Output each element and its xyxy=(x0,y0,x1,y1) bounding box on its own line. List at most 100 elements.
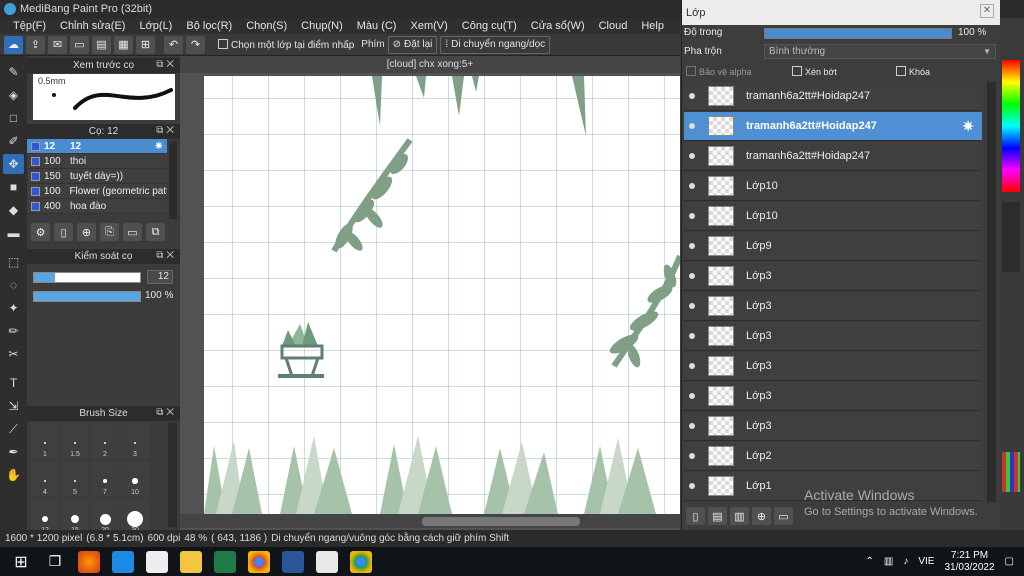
visibility-eye-icon[interactable] xyxy=(689,93,695,99)
select-layer-option[interactable]: Chọn một lớp tại điểm nhấp xyxy=(218,38,354,51)
scrollbar-thumb[interactable] xyxy=(422,517,580,526)
brush-list-scrollbar[interactable] xyxy=(169,141,177,219)
layer-list-scrollbar[interactable] xyxy=(987,82,996,502)
drawing-canvas[interactable] xyxy=(204,76,680,514)
clipping-option[interactable]: Xén bớt xyxy=(792,66,837,77)
text-tool-icon[interactable]: T xyxy=(3,373,24,393)
hue-bar[interactable] xyxy=(1002,60,1020,192)
chrome-icon[interactable] xyxy=(248,550,270,573)
brush-tool-icon[interactable]: ✎ xyxy=(3,62,24,82)
visibility-eye-icon[interactable] xyxy=(689,453,695,459)
word-icon[interactable] xyxy=(282,550,304,573)
pen-tool-icon[interactable]: ✐ xyxy=(3,131,24,151)
gradient-tool-icon[interactable]: ▬ xyxy=(3,223,24,243)
layer-row[interactable]: Lớp3 xyxy=(684,382,982,411)
layer-row[interactable]: Lớp3 xyxy=(684,322,982,351)
brush-item[interactable]: 100 Flower (geometric patt xyxy=(27,184,167,199)
brush-size-cell[interactable]: 10 xyxy=(121,461,149,497)
menu-filter[interactable]: Bộ lọc(R) xyxy=(179,20,239,32)
visibility-eye-icon[interactable] xyxy=(689,363,695,369)
brush-folder-icon[interactable]: ▭ xyxy=(123,223,142,241)
brush-settings-gear-icon[interactable]: ✷ xyxy=(155,141,163,152)
task-view-icon[interactable]: ❐ xyxy=(44,551,66,573)
layer-row[interactable]: Lớp3 xyxy=(684,262,982,291)
new-layer-1bit-icon[interactable]: ▥ xyxy=(730,507,749,525)
page-icon[interactable]: ▤ xyxy=(92,35,111,54)
fill-rect-tool-icon[interactable]: ■ xyxy=(3,177,24,197)
panel-controls-icon[interactable]: ⧉✕ xyxy=(156,125,177,136)
menu-select[interactable]: Chọn(S) xyxy=(239,20,294,32)
cloud-icon[interactable]: ☁ xyxy=(4,35,23,54)
menu-file[interactable]: Tệp(F) xyxy=(6,20,53,32)
layer-row[interactable]: Lớp9 xyxy=(684,232,982,261)
menu-help[interactable]: Help xyxy=(634,20,671,32)
brush-item[interactable]: 400 hoa đào xyxy=(27,199,167,214)
file-explorer-icon[interactable] xyxy=(180,550,202,573)
menu-cloud[interactable]: Cloud xyxy=(592,20,635,32)
layer-row[interactable]: tramanh6a2tt#Hoidap247 xyxy=(684,82,982,111)
palette-swatches[interactable] xyxy=(1002,452,1020,492)
brush-size-cell[interactable]: 3 xyxy=(121,423,149,459)
edge-icon[interactable] xyxy=(112,550,134,573)
visibility-eye-icon[interactable] xyxy=(689,483,695,489)
brush-size-cell[interactable]: 4 xyxy=(31,461,59,497)
layer-row[interactable]: Lớp3 xyxy=(684,352,982,381)
menu-layer[interactable]: Lớp(L) xyxy=(132,20,179,32)
protect-alpha-option[interactable]: Bảo vệ alpha xyxy=(686,66,752,77)
undo-icon[interactable]: ↶ xyxy=(164,35,183,54)
visibility-eye-icon[interactable] xyxy=(689,153,695,159)
canvas-horizontal-scrollbar[interactable] xyxy=(180,514,680,528)
brush-size-scrollbar[interactable] xyxy=(168,423,177,527)
visibility-eye-icon[interactable] xyxy=(689,303,695,309)
magic-wand-tool-icon[interactable]: ✦ xyxy=(3,298,24,318)
size-value[interactable]: 12 xyxy=(147,270,173,284)
add-layer-menu-icon[interactable]: ⊕ xyxy=(752,507,771,525)
panel-controls-icon[interactable]: ⧉✕ xyxy=(156,250,177,261)
layer-row[interactable]: Lớp2 xyxy=(684,442,982,471)
visibility-eye-icon[interactable] xyxy=(689,333,695,339)
layer-row[interactable]: Lớp10 xyxy=(684,202,982,231)
menu-snap[interactable]: Chụp(N) xyxy=(294,20,350,32)
move-mode-button[interactable]: ⁞ Di chuyển ngang/dọc xyxy=(440,35,551,54)
layer-folder-icon[interactable]: ▭ xyxy=(774,507,793,525)
visibility-eye-icon[interactable] xyxy=(689,423,695,429)
layer-row[interactable]: tramanh6a2tt#Hoidap247 xyxy=(684,142,982,171)
blend-mode-select[interactable]: Bình thường ▼ xyxy=(764,44,996,59)
size-slider[interactable] xyxy=(33,272,141,283)
clipping-checkbox[interactable] xyxy=(792,66,802,76)
bucket-tool-icon[interactable]: ◆ xyxy=(3,200,24,220)
protect-alpha-checkbox[interactable] xyxy=(686,66,696,76)
brush-size-cell[interactable]: 1.5 xyxy=(61,423,89,459)
clock[interactable]: 7:21 PM 31/03/2022 xyxy=(944,550,994,574)
operation-tool-icon[interactable]: ⇲ xyxy=(3,396,24,416)
dot-tool-icon[interactable]: □ xyxy=(3,108,24,128)
brush-size-cell[interactable]: 2 xyxy=(91,423,119,459)
panels-icon[interactable]: ▦ xyxy=(114,35,133,54)
new-layer-icon[interactable]: ▯ xyxy=(686,507,705,525)
select-rect-tool-icon[interactable]: ⬚ xyxy=(3,252,24,272)
visibility-eye-icon[interactable] xyxy=(689,183,695,189)
visibility-eye-icon[interactable] xyxy=(689,273,695,279)
visibility-eye-icon[interactable] xyxy=(689,243,695,249)
brush-copy-icon[interactable]: ⎘ xyxy=(100,223,119,241)
notification-icon[interactable]: ▢ xyxy=(1005,556,1014,567)
windows-start-icon[interactable]: ⊞ xyxy=(10,551,32,573)
lasso-tool-icon[interactable]: ◌ xyxy=(3,275,24,295)
visibility-eye-icon[interactable] xyxy=(689,393,695,399)
select-eraser-tool-icon[interactable]: ✂ xyxy=(3,344,24,364)
lock-checkbox[interactable] xyxy=(896,66,906,76)
layer-settings-gear-icon[interactable]: ✷ xyxy=(962,118,974,135)
volume-icon[interactable]: ♪ xyxy=(903,556,908,567)
close-icon[interactable]: ✕ xyxy=(980,4,994,18)
eraser-tool-icon[interactable]: ◈ xyxy=(3,85,24,105)
comment-icon[interactable]: ✉ xyxy=(48,35,67,54)
new-brush-icon[interactable]: ▯ xyxy=(54,223,73,241)
brush-item[interactable]: 12 12 ✷ xyxy=(27,139,167,154)
brush-size-cell[interactable]: 7 xyxy=(91,461,119,497)
select-layer-checkbox[interactable] xyxy=(218,38,228,49)
brush-item[interactable]: 100 thoi xyxy=(27,154,167,169)
chevron-up-icon[interactable]: ⌃ xyxy=(866,556,874,567)
reset-button[interactable]: ⊘ Đặt lại xyxy=(387,35,438,54)
share-icon[interactable]: ⇪ xyxy=(26,35,45,54)
opacity-slider[interactable] xyxy=(33,291,141,302)
